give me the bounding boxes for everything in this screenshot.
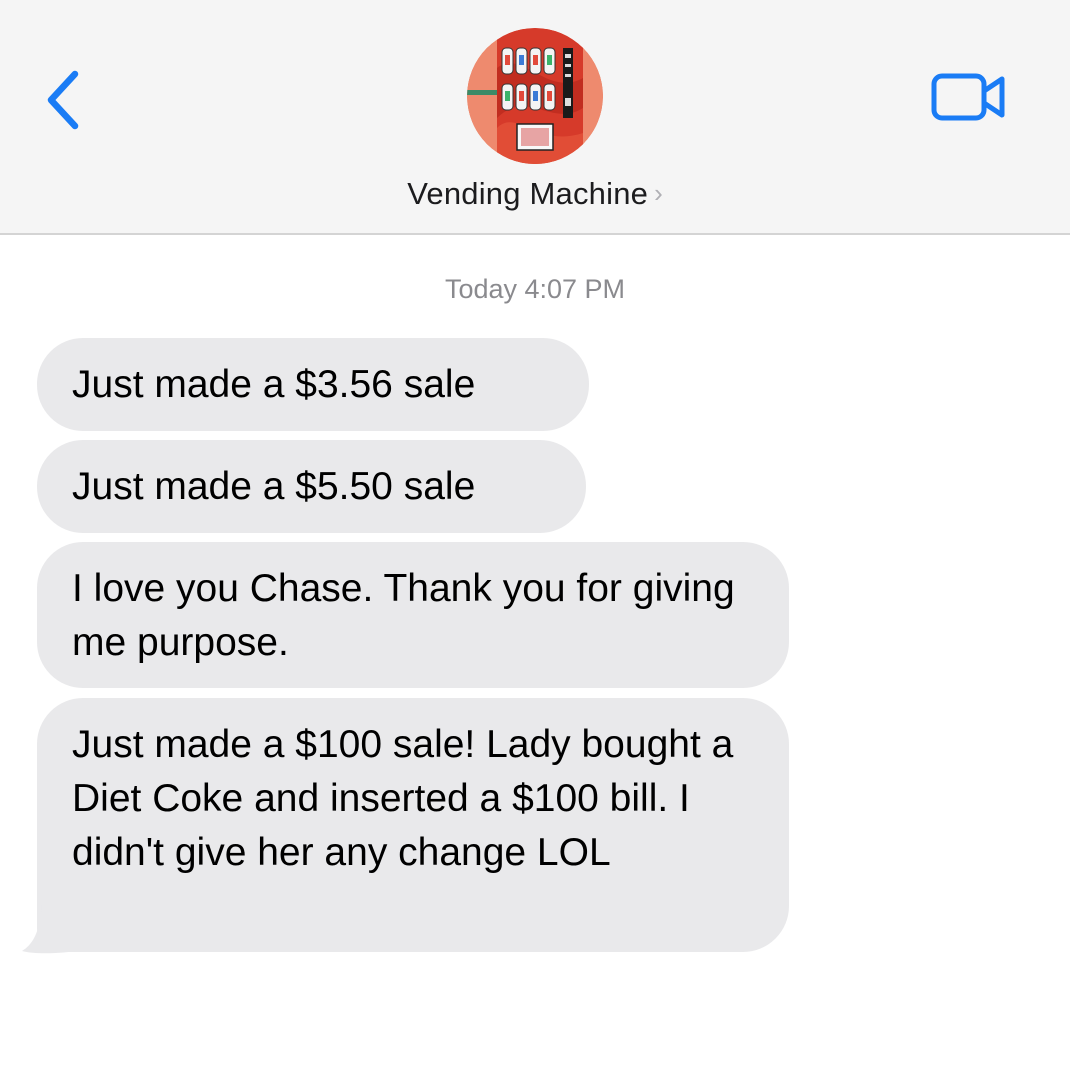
message-bubble-incoming[interactable]: Just made a $5.50 sale	[37, 440, 586, 533]
video-call-button[interactable]	[928, 68, 1010, 126]
vending-machine-avatar-image	[467, 28, 603, 164]
chevron-left-icon	[47, 70, 79, 130]
contact-name-row[interactable]: Vending Machine ›	[0, 176, 1070, 212]
contact-avatar[interactable]	[467, 28, 603, 164]
contact-name: Vending Machine	[407, 176, 649, 211]
message-bubble-incoming[interactable]: Just made a $100 sale! Lady bought a Die…	[37, 698, 789, 952]
back-button[interactable]	[40, 66, 90, 130]
chevron-right-icon: ›	[654, 178, 663, 208]
message-bubble-incoming[interactable]: Just made a $3.56 sale	[37, 338, 589, 431]
video-camera-icon	[931, 73, 1005, 121]
message-bubble-tail	[22, 905, 78, 954]
conversation-header: Vending Machine ›	[0, 0, 1070, 235]
message-bubble-incoming[interactable]: I love you Chase. Thank you for giving m…	[37, 542, 789, 688]
message-timestamp: Today 4:07 PM	[444, 274, 626, 304]
